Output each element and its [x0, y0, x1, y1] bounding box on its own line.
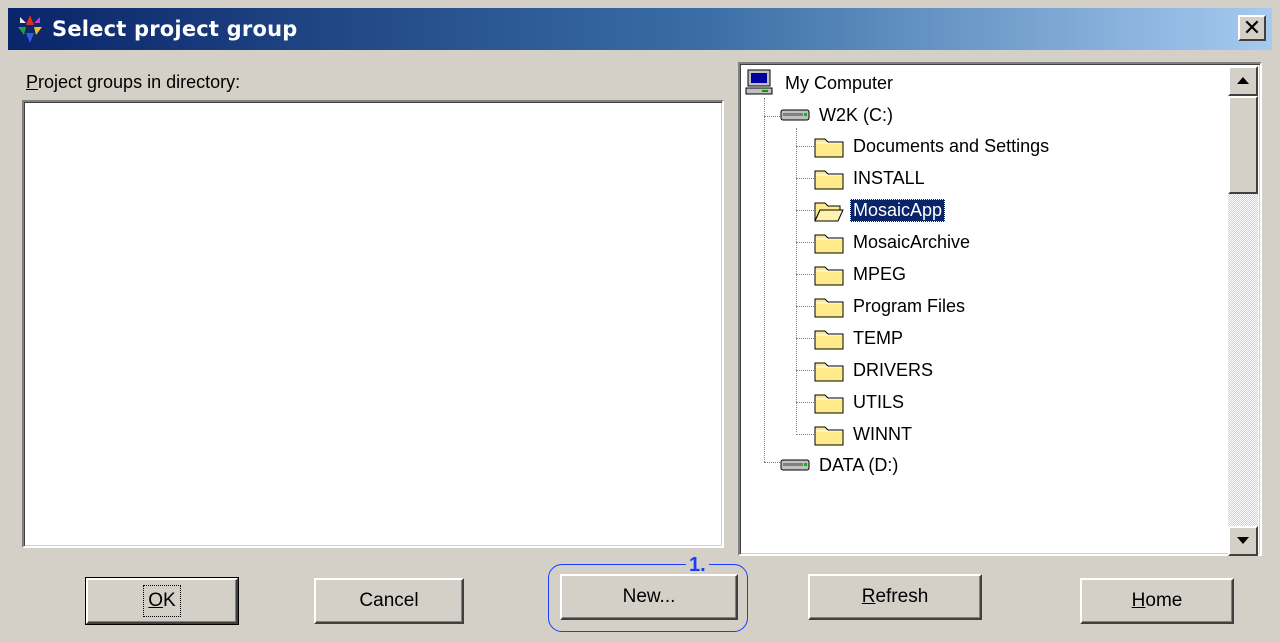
annotation-callout [548, 564, 748, 632]
tree-item-folder[interactable]: INSTALL [814, 163, 928, 193]
tree-label: WINNT [853, 423, 912, 444]
tree-connector [796, 178, 814, 179]
hard-drive-icon [780, 109, 810, 121]
tree-connector [796, 242, 814, 243]
tree-scrollbar[interactable] [1228, 66, 1258, 556]
tree-label: MosaicApp [850, 198, 946, 222]
ok-button[interactable]: OK [85, 577, 239, 625]
project-groups-list[interactable] [22, 100, 724, 548]
refresh-label-rest: efresh [875, 586, 929, 607]
tree-connector [796, 306, 814, 307]
scroll-down-button[interactable] [1228, 526, 1258, 556]
tree-label: MPEG [853, 263, 907, 284]
tree-item-folder[interactable]: Program Files [814, 291, 968, 321]
tree-label: Documents and Settings [853, 135, 1050, 156]
folder-icon [814, 234, 844, 254]
tree-connector [796, 210, 814, 211]
folder-icon [814, 138, 844, 158]
window-title: Select project group [52, 17, 298, 41]
tree-connector [796, 274, 814, 275]
ok-label-rest: K [163, 590, 176, 611]
arrow-down-icon [1237, 537, 1249, 544]
tree-item-folder[interactable]: MPEG [814, 259, 909, 289]
tree-connector [764, 462, 780, 463]
tree-label: DATA (D:) [819, 454, 899, 475]
tree-label: DRIVERS [853, 359, 934, 380]
refresh-mnemonic: R [861, 586, 876, 607]
folder-icon [814, 330, 844, 350]
ok-label: OK [143, 585, 181, 617]
tree-connector [796, 370, 814, 371]
tree-connector [764, 116, 780, 117]
label-text: roject groups in directory: [38, 72, 241, 92]
close-icon: ✕ [1242, 15, 1262, 40]
tree-item-drive-c[interactable]: W2K (C:) [780, 100, 896, 130]
tree-item-folder[interactable]: UTILS [814, 387, 907, 417]
tree-label: INSTALL [853, 167, 925, 188]
cancel-label: Cancel [359, 590, 419, 611]
tree-item-folder[interactable]: WINNT [814, 419, 915, 449]
annotation-number: 1. [686, 555, 709, 575]
tree-item-drive-d[interactable]: DATA (D:) [780, 450, 901, 480]
tree-label: UTILS [853, 391, 905, 412]
app-icon [18, 15, 42, 43]
tree-label: Program Files [853, 295, 966, 316]
cancel-button[interactable]: Cancel [314, 578, 464, 624]
folder-icon [814, 394, 844, 414]
home-button[interactable]: Home [1080, 578, 1234, 624]
folder-icon [814, 362, 844, 382]
tree-item-folder[interactable]: DRIVERS [814, 355, 936, 385]
home-mnemonic: H [1131, 590, 1146, 611]
tree-label: My Computer [785, 72, 894, 93]
close-button[interactable]: ✕ [1238, 15, 1266, 41]
folder-icon [814, 170, 844, 190]
tree-label: TEMP [853, 327, 904, 348]
project-groups-label: Project groups in directory: [26, 72, 240, 93]
refresh-button[interactable]: Refresh [808, 574, 982, 620]
tree-connector [796, 146, 814, 147]
home-label: Home [1132, 590, 1183, 612]
my-computer-icon [745, 69, 773, 95]
hard-drive-icon [780, 459, 810, 471]
tree-connector [796, 128, 797, 432]
tree-connector [796, 402, 814, 403]
folder-open-icon [814, 202, 844, 222]
tree-item-my-computer[interactable]: My Computer [744, 68, 896, 98]
folder-icon [814, 266, 844, 286]
label-mnemonic: P [26, 72, 39, 92]
scroll-up-button[interactable] [1228, 66, 1258, 96]
home-label-rest: ome [1145, 590, 1183, 611]
tree-connector [796, 338, 814, 339]
tree-item-folder-selected[interactable]: MosaicApp [814, 195, 946, 225]
refresh-label: Refresh [862, 586, 929, 608]
tree-connector [796, 434, 814, 435]
ok-mnemonic: O [148, 590, 164, 611]
tree-label: W2K (C:) [819, 104, 893, 125]
arrow-up-icon [1237, 77, 1249, 84]
scroll-thumb[interactable] [1228, 96, 1258, 194]
directory-tree[interactable]: My Computer W2K (C:) Documents and Setti… [738, 62, 1262, 556]
folder-icon [814, 298, 844, 318]
title-bar[interactable]: Select project group ✕ [8, 8, 1272, 50]
folder-icon [814, 426, 844, 446]
tree-item-folder[interactable]: Documents and Settings [814, 131, 1052, 161]
tree-item-folder[interactable]: MosaicArchive [814, 227, 973, 257]
tree-connector [764, 98, 765, 462]
tree-label: MosaicArchive [853, 231, 971, 252]
tree-item-folder[interactable]: TEMP [814, 323, 906, 353]
